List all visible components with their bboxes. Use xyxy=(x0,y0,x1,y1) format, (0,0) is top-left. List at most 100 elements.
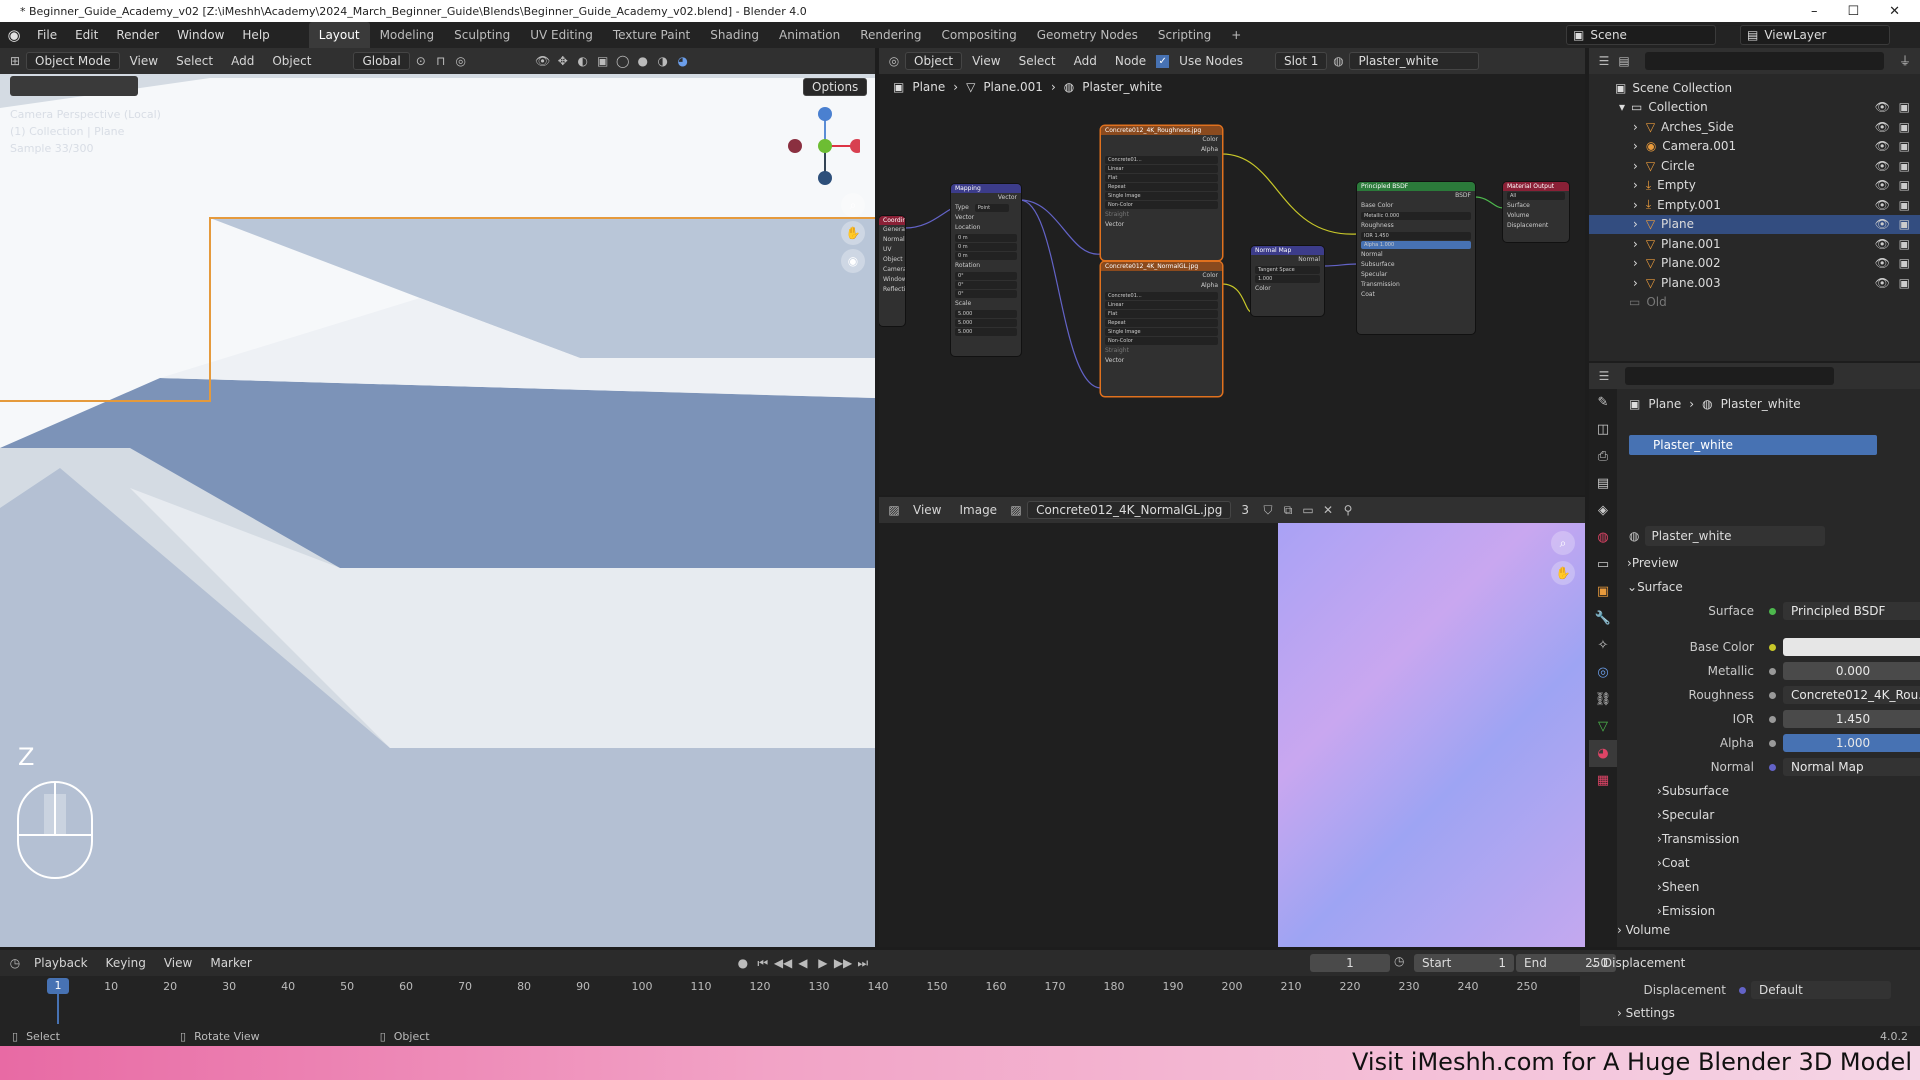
material-sphere-icon[interactable]: ◍ xyxy=(1629,529,1639,543)
volume-panel-header[interactable]: › Volume xyxy=(1617,923,1670,945)
expand-icon[interactable]: › xyxy=(1633,139,1638,153)
particles-tab-icon[interactable]: ✧ xyxy=(1589,632,1617,659)
alpha-field[interactable]: 1.000 xyxy=(1783,734,1920,752)
physics-tab-icon[interactable]: ◎ xyxy=(1589,659,1617,686)
camera-render-icon[interactable]: ▣ xyxy=(1899,217,1910,231)
preview-panel-header[interactable]: › Preview xyxy=(1617,551,1920,575)
mapping-loc-y[interactable]: 0 m xyxy=(955,243,1017,251)
outliner-item[interactable]: › ▽ Circle 👁 ▣ xyxy=(1589,156,1920,176)
tab-sculpting[interactable]: Sculpting xyxy=(444,22,520,48)
bsdf-ior[interactable]: IOR 1.450 xyxy=(1361,232,1471,240)
mapping-type-field[interactable]: Point xyxy=(974,204,1009,212)
normal-map-space[interactable]: Tangent Space xyxy=(1255,266,1320,274)
play-reverse-icon[interactable]: ◀ xyxy=(794,954,812,972)
record-icon[interactable]: ● xyxy=(734,954,752,972)
fake-user-icon[interactable]: ⛉ xyxy=(1259,501,1277,519)
expand-icon[interactable]: › xyxy=(1633,120,1638,134)
current-frame-field[interactable]: 1 xyxy=(1310,954,1390,972)
camera-render-icon[interactable]: ▣ xyxy=(1899,276,1910,290)
displacement-panel-header[interactable]: ⌄ Displacement xyxy=(1589,956,1685,970)
specular-panel[interactable]: › Specular xyxy=(1617,803,1920,827)
modifier-tab-icon[interactable]: 🔧 xyxy=(1589,605,1617,632)
camera-render-icon[interactable]: ▣ xyxy=(1899,139,1910,153)
properties-type-icon[interactable]: ☰ xyxy=(1595,367,1613,385)
rough-ext[interactable]: Repeat xyxy=(1105,183,1218,191)
tab-compositing[interactable]: Compositing xyxy=(931,22,1026,48)
eye-icon[interactable]: 👁 xyxy=(1875,237,1890,251)
camera-render-icon[interactable]: ▣ xyxy=(1899,198,1910,212)
mapping-scale-z[interactable]: 5.000 xyxy=(955,328,1017,336)
sheen-panel[interactable]: › Sheen xyxy=(1617,875,1920,899)
outliner-item[interactable]: › ▽ Plane.003 👁 ▣ xyxy=(1589,273,1920,293)
pin-icon[interactable]: ⚲ xyxy=(1339,501,1357,519)
viewport-menu-add[interactable]: Add xyxy=(223,52,262,70)
snap-icon[interactable]: ⊓ xyxy=(432,52,450,70)
mapping-rot-z[interactable]: 0° xyxy=(955,290,1017,298)
object-tab-icon[interactable]: ▣ xyxy=(1589,578,1617,605)
material-datablock-field[interactable]: Plaster_white xyxy=(1645,526,1826,546)
viewport-menu-view[interactable]: View xyxy=(122,52,166,70)
normal-map-texture-preview[interactable] xyxy=(1278,523,1585,947)
expand-icon[interactable]: › xyxy=(1633,159,1638,173)
bsdf-sub[interactable]: Transmission xyxy=(1357,280,1475,290)
base-color-swatch[interactable] xyxy=(1783,638,1920,656)
collection-tab-icon[interactable]: ▭ xyxy=(1589,551,1617,578)
old-collection-row[interactable]: ▭ Old xyxy=(1589,293,1920,313)
rough-src[interactable]: Single Image xyxy=(1105,192,1218,200)
tab-shading[interactable]: Shading xyxy=(700,22,769,48)
gizmo-icon[interactable]: ✥ xyxy=(554,52,572,70)
image-zoom-icon[interactable]: ⌕ xyxy=(1551,531,1575,555)
rough-proj[interactable]: Flat xyxy=(1105,174,1218,182)
viewport-canvas[interactable] xyxy=(0,48,875,947)
output-tab-icon[interactable]: ⎙ xyxy=(1589,443,1617,470)
expand-icon[interactable]: › xyxy=(1633,256,1638,270)
outliner-type-icon[interactable]: ☰ xyxy=(1595,52,1613,70)
mapping-scale-x[interactable]: 5.000 xyxy=(955,310,1017,318)
principled-bsdf-node[interactable]: Principled BSDF BSDF Base Color Metallic… xyxy=(1357,182,1475,334)
texture-coordinate-node[interactable]: Coordinate Generated Normal UV Object Ca… xyxy=(879,216,905,326)
eye-icon[interactable]: 👁 xyxy=(1875,120,1890,134)
normal-tex-src[interactable]: Single Image xyxy=(1105,328,1218,336)
menu-file[interactable]: File xyxy=(28,22,66,48)
eye-icon[interactable]: 👁 xyxy=(1875,276,1890,290)
tab-rendering[interactable]: Rendering xyxy=(850,22,931,48)
ior-field[interactable]: 1.450 xyxy=(1783,710,1920,728)
tab-layout[interactable]: Layout xyxy=(308,22,370,48)
timeline-menu-playback[interactable]: Playback xyxy=(26,954,96,972)
tab-uv-editing[interactable]: UV Editing xyxy=(520,22,603,48)
image-editor-type-icon[interactable]: ▨ xyxy=(885,501,903,519)
options-dropdown[interactable]: Options xyxy=(803,78,868,96)
outliner-item[interactable]: › ▽ Plane.002 👁 ▣ xyxy=(1589,254,1920,274)
jump-start-icon[interactable]: ⏮ xyxy=(754,954,772,972)
navigation-gizmo[interactable] xyxy=(780,106,860,186)
normal-tex-ext[interactable]: Repeat xyxy=(1105,319,1218,327)
camera-view-icon[interactable]: ◉ xyxy=(841,249,865,273)
tab-animation[interactable]: Animation xyxy=(769,22,850,48)
preview-range-icon[interactable]: ◷ xyxy=(1394,954,1404,968)
image-menu-image[interactable]: Image xyxy=(951,501,1005,519)
mapping-loc-z[interactable]: 0 m xyxy=(955,252,1017,260)
pan-hand-icon[interactable]: ✋ xyxy=(841,221,865,245)
rough-image-field[interactable]: Concrete01... xyxy=(1105,156,1218,164)
normal-map-node[interactable]: Normal Map Normal Tangent Space 1.000 Co… xyxy=(1251,246,1324,316)
menu-edit[interactable]: Edit xyxy=(66,22,107,48)
coat-panel[interactable]: › Coat xyxy=(1617,851,1920,875)
surface-panel-header[interactable]: ⌄ Surface xyxy=(1617,575,1920,599)
tool-select-box-group[interactable] xyxy=(10,76,138,96)
timeline-track[interactable]: 10 20 30 40 50 60 70 80 90 100 110 120 130 140 150 160 1… xyxy=(0,976,1580,1026)
viewport-menu-select[interactable]: Select xyxy=(168,52,221,70)
rough-cs[interactable]: Non-Color xyxy=(1105,201,1218,209)
xray-icon[interactable]: ▣ xyxy=(594,52,612,70)
outliner-item[interactable]: › ⤓ Empty.001 👁 ▣ xyxy=(1589,195,1920,215)
expand-icon[interactable]: › xyxy=(1633,217,1638,231)
eye-icon[interactable]: 👁 xyxy=(1875,256,1890,270)
texture-tab-icon[interactable]: ▦ xyxy=(1589,767,1617,794)
shading-solid-icon[interactable]: ● xyxy=(634,52,652,70)
view-layer-selector[interactable]: ▤ ViewLayer xyxy=(1740,25,1890,45)
roughness-field[interactable]: Concrete012_4K_Rou... xyxy=(1783,686,1920,704)
scene-selector[interactable]: ▣ Scene xyxy=(1566,25,1716,45)
display-mode-icon[interactable]: ▤ xyxy=(1615,52,1633,70)
constraints-tab-icon[interactable]: ⛓ xyxy=(1589,686,1617,713)
rough-interp[interactable]: Linear xyxy=(1105,165,1218,173)
tool-tab-icon[interactable]: ✎ xyxy=(1589,389,1617,416)
